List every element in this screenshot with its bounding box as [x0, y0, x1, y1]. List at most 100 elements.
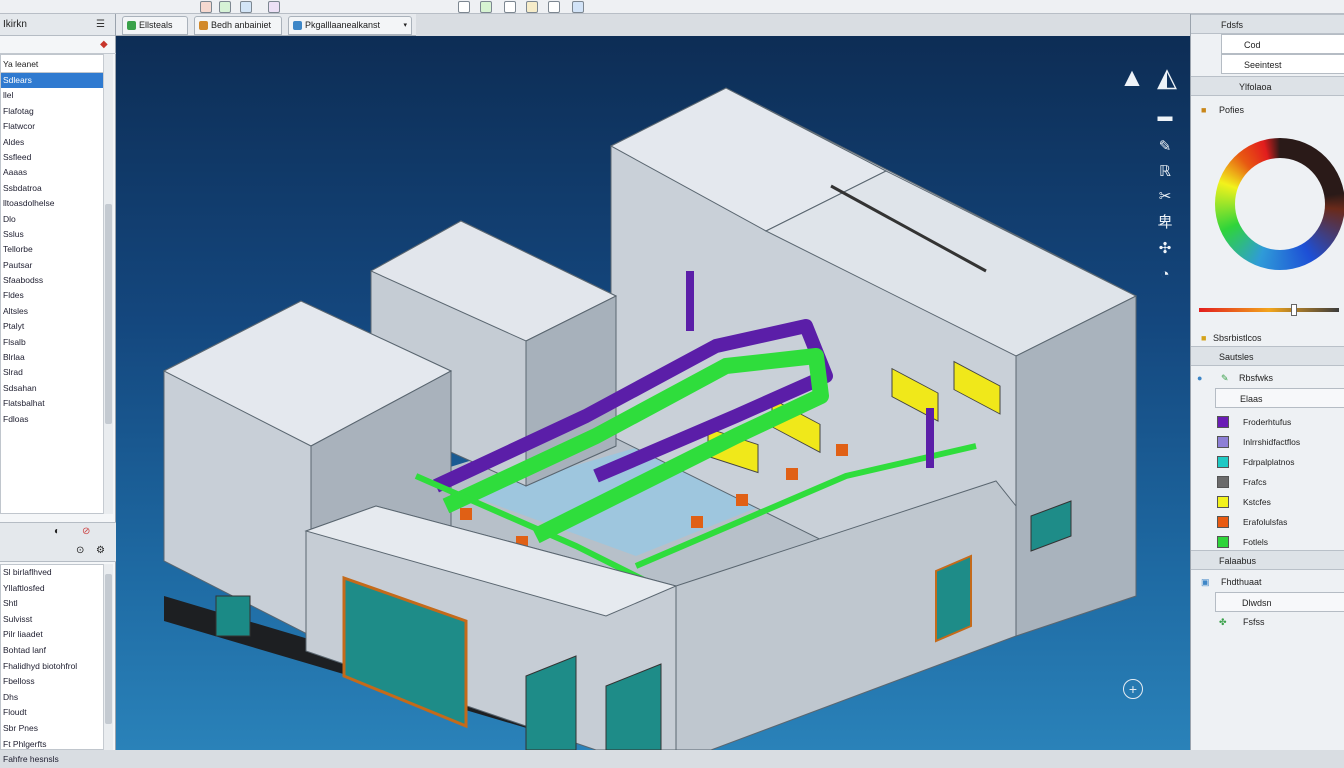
property-item[interactable]: Bohtad lanf — [1, 643, 103, 659]
file-icon[interactable] — [200, 1, 212, 13]
color-range-label: Sbsrbistlcos — [1213, 333, 1262, 343]
legend-subheader[interactable]: ● ✎ Rbsfwks — [1191, 368, 1344, 388]
legend-group[interactable]: Elaas — [1215, 388, 1344, 408]
search-icon[interactable] — [240, 1, 252, 13]
properties-scrollbar[interactable] — [103, 564, 113, 750]
legend-item[interactable]: Frafcs — [1191, 472, 1344, 492]
properties-scroll-thumb[interactable] — [105, 574, 112, 724]
tree-item[interactable]: Ssfleed — [1, 150, 103, 165]
add-icon[interactable]: + — [1123, 679, 1143, 699]
property-item[interactable]: Floudt — [1, 705, 103, 721]
tree-item[interactable]: Sdsahan — [1, 381, 103, 396]
right-item-cod[interactable]: Cod — [1221, 34, 1344, 54]
properties-label: Pofies — [1219, 105, 1245, 115]
tree-item[interactable]: Tellorbe — [1, 242, 103, 257]
properties-row[interactable]: ■ Pofies — [1191, 100, 1344, 120]
property-item[interactable]: Dhs — [1, 690, 103, 706]
pan-icon[interactable]: ▬ — [1154, 106, 1176, 128]
tab-icon — [127, 21, 136, 30]
tree-item[interactable]: Slrad — [1, 365, 103, 380]
tree-item[interactable]: Ptalyt — [1, 319, 103, 334]
zoom-icon[interactable]: ✎ — [1154, 136, 1176, 158]
tree-item[interactable]: Aldes — [1, 135, 103, 150]
section-icon[interactable]: ℝ — [1154, 161, 1176, 183]
tree-item[interactable]: lltoasdolhelse — [1, 196, 103, 211]
tree-item[interactable]: Blrlaa — [1, 350, 103, 365]
print-icon[interactable] — [548, 1, 560, 13]
bottom-item-3[interactable]: ✤ Fsfss — [1191, 612, 1344, 632]
slider-handle[interactable] — [1291, 304, 1297, 316]
property-item[interactable]: Fbelloss — [1, 674, 103, 690]
tree-item[interactable]: Fdloas — [1, 412, 103, 427]
measure-icon[interactable] — [504, 1, 516, 13]
person-icon[interactable] — [572, 1, 584, 13]
right-item-seeintest[interactable]: Seeintest — [1221, 54, 1344, 74]
color-range-row[interactable]: ■ Sbsrbistlcos — [1191, 328, 1344, 348]
legend-header-label: Sautsles — [1219, 352, 1254, 362]
tree-item[interactable]: Flsalb — [1, 335, 103, 350]
tab-ellsteals[interactable]: Ellsteals — [122, 16, 188, 35]
orbit-icon[interactable]: ✣ — [1154, 238, 1176, 260]
fit-icon[interactable]: ◔ — [1154, 264, 1176, 286]
legend-item[interactable]: Kstcfes — [1191, 492, 1344, 512]
doc-icon[interactable] — [480, 1, 492, 13]
building-model[interactable] — [116, 36, 1190, 750]
color-range-slider[interactable] — [1199, 308, 1339, 312]
legend-item[interactable]: Erafolulsfas — [1191, 512, 1344, 532]
tree-item[interactable]: Altsles — [1, 304, 103, 319]
tree-item[interactable]: Fldes — [1, 288, 103, 303]
panel-options-icon[interactable]: ☰ — [96, 19, 105, 30]
collapse-icon[interactable]: ◐ — [54, 526, 60, 537]
right-panel: Fdsfs Cod Seeintest Ylfolaoa ■ Pofies ■ … — [1190, 14, 1344, 750]
tab-bedh[interactable]: Bedh anbainiet — [194, 16, 282, 35]
tab-pkgall[interactable]: Pkgalllaanealkanst ▾ — [288, 16, 412, 35]
rotate-icon[interactable]: ◭ — [1152, 64, 1182, 90]
property-item[interactable]: Shtl — [1, 596, 103, 612]
property-item[interactable]: Sbr Pnes — [1, 721, 103, 737]
view-icon[interactable]: ✂ — [1154, 186, 1176, 208]
legend-item[interactable]: Inlrrshidfactflos — [1191, 432, 1344, 452]
legend-item[interactable]: Fotlels — [1191, 532, 1344, 552]
tree-item[interactable]: Sfaabodss — [1, 273, 103, 288]
tree-item[interactable]: Flatsbalhat — [1, 396, 103, 411]
legend-label: Fotlels — [1243, 537, 1269, 547]
tree-item[interactable]: llel — [1, 88, 103, 103]
layers-icon[interactable] — [458, 1, 470, 13]
tree-filter-input[interactable]: Ya leanet — [1, 55, 103, 73]
color-wheel[interactable] — [1215, 138, 1344, 270]
tab-icon — [199, 21, 208, 30]
gear-icon[interactable]: ⚙ — [96, 545, 105, 556]
settings-icon[interactable] — [268, 1, 280, 13]
tree-item[interactable]: Flafotag — [1, 104, 103, 119]
tree-item[interactable]: Dlo — [1, 212, 103, 227]
tree-item[interactable]: Flatwcor — [1, 119, 103, 134]
filter-icon[interactable]: ⊙ — [76, 545, 84, 556]
bottom-item-1[interactable]: ▣ Fhdthuaat — [1191, 572, 1344, 592]
property-item[interactable]: Fhalidhyd biotohfrol — [1, 659, 103, 675]
3d-viewport[interactable]: ▲ ◭ ▬ ✎ ℝ ✂ 卑 ✣ ◔ + — [116, 36, 1190, 750]
navcube-icon[interactable]: ▲ — [1114, 64, 1150, 90]
walk-icon[interactable]: 卑 — [1154, 212, 1176, 234]
tree-item[interactable]: Ssbdatroa — [1, 181, 103, 196]
pencil-icon[interactable] — [526, 1, 538, 13]
tree-icon[interactable] — [219, 1, 231, 13]
property-item[interactable]: Yllaftlosfed — [1, 581, 103, 597]
tree-item[interactable]: Pautsar — [1, 258, 103, 273]
color-wheel-center — [1235, 158, 1325, 250]
tree-scroll-thumb[interactable] — [105, 204, 112, 424]
tree-scrollbar[interactable] — [103, 54, 113, 514]
tree-item[interactable]: Sdlears — [1, 73, 103, 89]
property-item[interactable]: Fahfre hesnsls — [1, 752, 103, 768]
folder-icon: ■ — [1201, 105, 1207, 115]
legend-item[interactable]: Froderhtufus — [1191, 412, 1344, 432]
property-item[interactable]: Sl birlaflhved — [1, 565, 103, 581]
tree-item[interactable]: Sslus — [1, 227, 103, 242]
bottom-item-2[interactable]: Dlwdsn — [1215, 592, 1344, 612]
property-item[interactable]: Pilr liaadet — [1, 627, 103, 643]
expand-icon[interactable]: ⊘ — [82, 526, 90, 537]
tree-item[interactable]: Aaaas — [1, 165, 103, 180]
pin-icon[interactable]: ◆ — [100, 39, 108, 50]
legend-item[interactable]: Fdrpalplatnos — [1191, 452, 1344, 472]
property-item[interactable]: Sulvisst — [1, 612, 103, 628]
tab-dropdown-icon[interactable]: ▾ — [403, 17, 407, 34]
